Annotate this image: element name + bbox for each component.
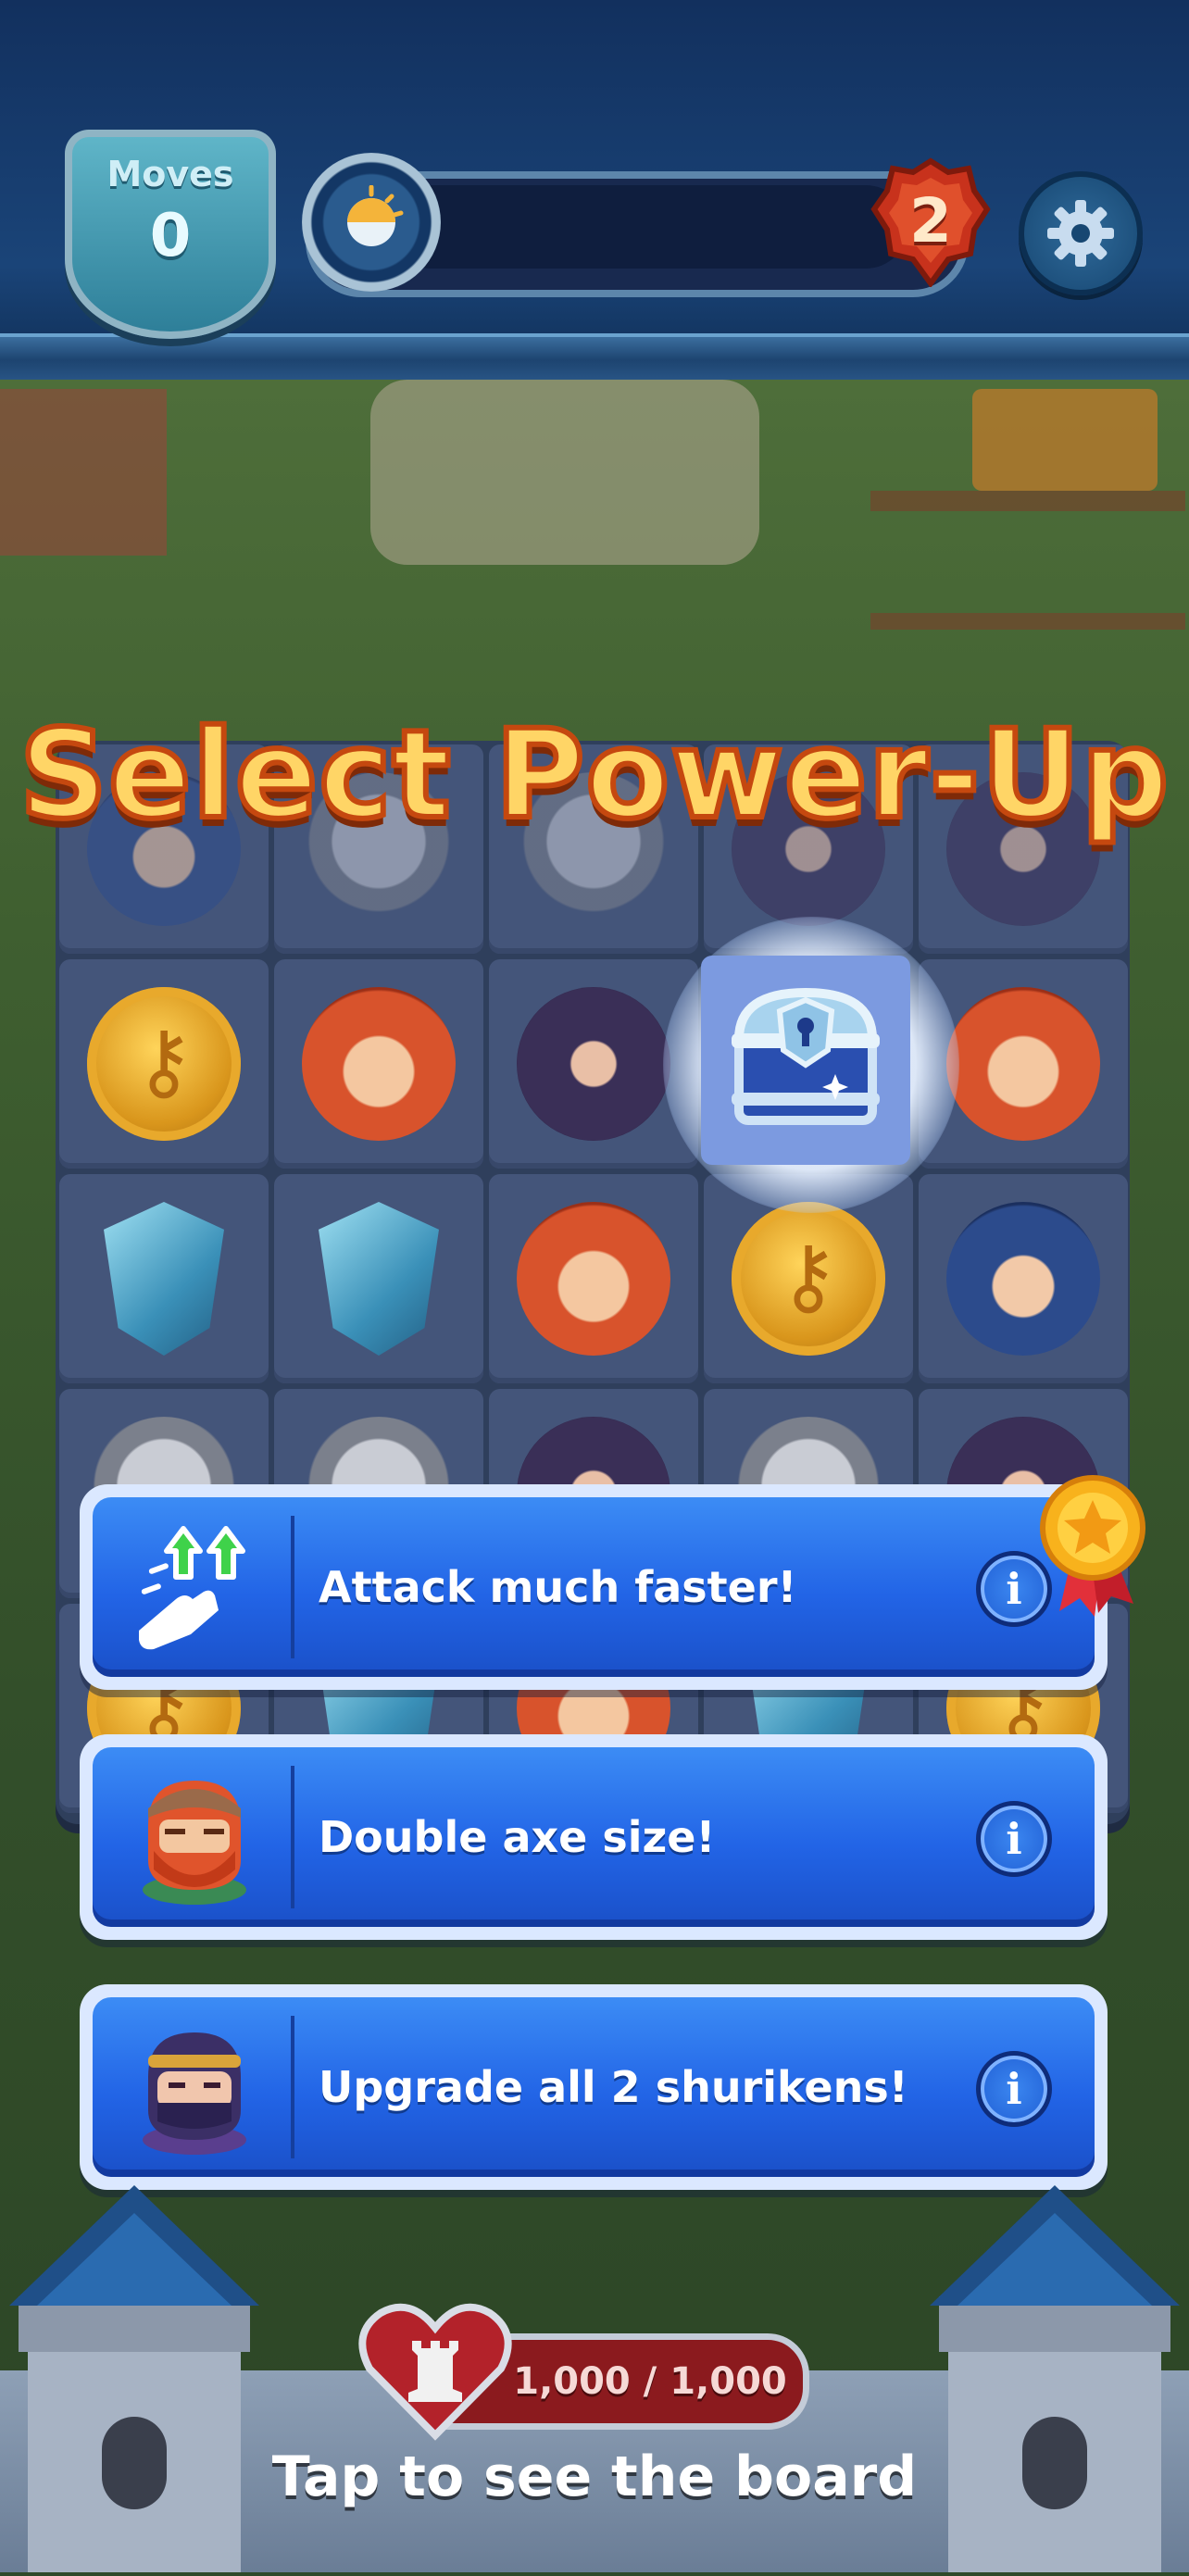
level-shield-icon: 2 — [870, 157, 991, 289]
powerup-option-shurikens[interactable]: Upgrade all 2 shurikens! i — [80, 1984, 1108, 2190]
card-divider — [291, 2016, 294, 2158]
board-cell[interactable] — [59, 1174, 269, 1383]
background-wall — [0, 389, 167, 556]
viking-icon — [517, 1202, 670, 1356]
powerup-label: Double axe size! — [319, 1812, 716, 1862]
viking-icon — [302, 987, 456, 1141]
gear-icon — [1047, 200, 1114, 267]
card-divider — [291, 1516, 294, 1658]
speed-tap-icon — [111, 1510, 278, 1664]
powerup-option-attack-speed[interactable]: Attack much faster! i — [80, 1484, 1108, 1690]
board-cell[interactable] — [274, 1174, 483, 1383]
board-cell[interactable] — [274, 959, 483, 1169]
board-cell[interactable] — [489, 1174, 698, 1383]
moves-counter: Moves 0 — [65, 130, 276, 339]
powerup-label: Upgrade all 2 shurikens! — [319, 2062, 908, 2112]
crystal-icon — [104, 1202, 224, 1356]
moves-value: 0 — [149, 202, 192, 270]
viking-icon — [946, 987, 1100, 1141]
info-button[interactable]: i — [976, 1801, 1052, 1877]
crystal-icon — [319, 1202, 439, 1356]
background-fence — [870, 491, 1185, 630]
settings-button[interactable] — [1019, 171, 1143, 295]
background-crates — [972, 389, 1158, 491]
page-title: Select Power-Up — [17, 701, 1171, 849]
background-path — [370, 380, 759, 565]
featured-medal-icon — [1037, 1472, 1148, 1620]
treasure-chest-icon — [722, 972, 889, 1139]
ninja-icon — [111, 2010, 278, 2164]
day-night-icon — [302, 153, 441, 292]
key-coin-icon — [732, 1202, 885, 1356]
hud-rail — [0, 333, 1189, 383]
castle-heart-icon — [357, 2296, 514, 2445]
level-progress-bar — [389, 185, 907, 269]
level-number: 2 — [909, 185, 952, 256]
moves-label: Moves — [106, 154, 234, 194]
info-button[interactable]: i — [976, 2051, 1052, 2127]
powerup-label: Attack much faster! — [319, 1562, 797, 1612]
castle-tower-right — [920, 2185, 1189, 2572]
key-coin-icon — [87, 987, 241, 1141]
hooded-mage-icon — [946, 1202, 1100, 1356]
tap-hint[interactable]: Tap to see the board — [0, 2445, 1189, 2509]
powerup-option-axe-size[interactable]: Double axe size! i — [80, 1734, 1108, 1940]
ninja-icon — [517, 987, 670, 1141]
board-cell[interactable] — [919, 1174, 1128, 1383]
castle-tower-left — [0, 2185, 269, 2572]
castle-health-value: 1,000 / 1,000 — [513, 2360, 787, 2403]
card-divider — [291, 1766, 294, 1908]
viking-icon — [111, 1760, 278, 1914]
board-cell[interactable] — [59, 959, 269, 1169]
